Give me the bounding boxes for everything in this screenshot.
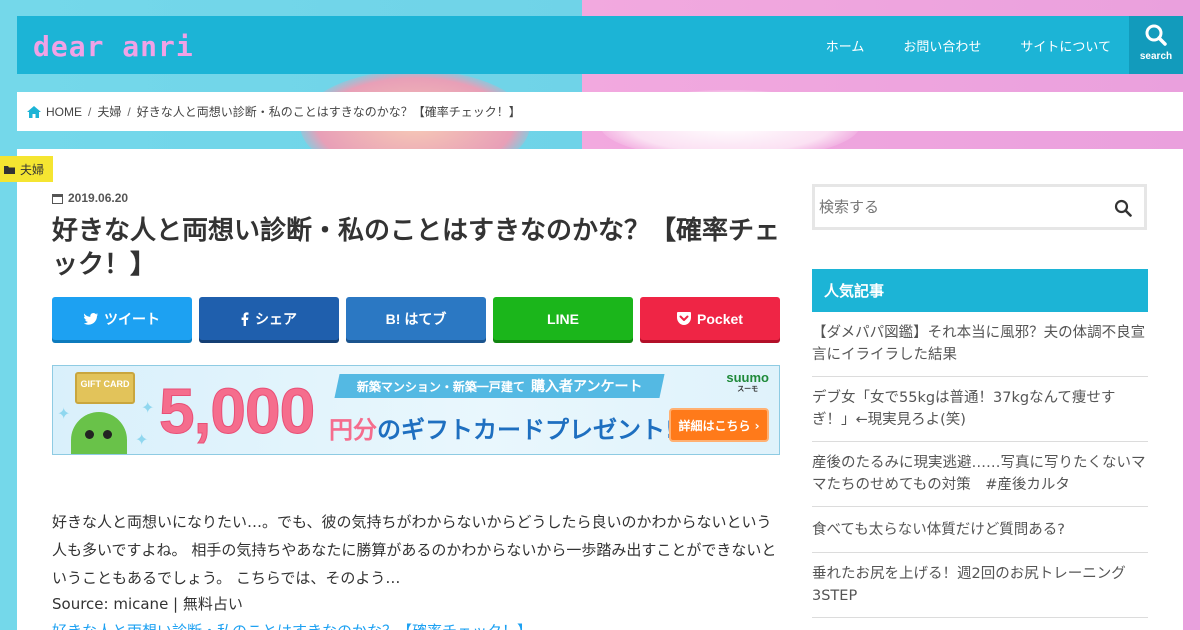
breadcrumb-home[interactable]: HOME [46,105,82,119]
mascot-graphic [71,412,127,454]
suumo-brand-sub: スーモ [737,386,759,393]
post-date: 2019.06.20 [52,191,128,205]
sparkle-icon: ✦ [57,404,71,423]
ad-banner[interactable]: GIFT CARD ✦ ✦ ✦ 新築マンション・新築一戸建て 購入者アンケート … [52,365,780,455]
hatebu-button-label: B! はてブ [385,310,447,327]
banner-detail-button[interactable]: 詳細はこちら › [669,408,769,442]
pocket-button[interactable]: Pocket [640,297,780,340]
banner-subtitle-big: 購入者アンケート [531,379,643,395]
calendar-icon [52,193,63,204]
breadcrumb-separator: / [127,104,131,119]
article-excerpt: 好きな人と両想いになりたい…。でも、彼の気持ちがわからないからどうしたら良いのか… [52,513,777,587]
breadcrumb: HOME / 夫婦 / 好きな人と両想い診断・私のことはすきなのかな？【確率チェ… [17,92,1183,131]
search-label: search [1139,51,1173,62]
popular-posts-title: 人気記事 [812,269,1148,312]
category-badge-label: 夫婦 [20,162,45,177]
line-button[interactable]: LINE [493,297,633,340]
suumo-brand: suumo [726,370,769,385]
popular-post-item[interactable]: 垂れたお尻を上げる！週2回のお尻トレーニング3STEP [812,553,1148,618]
popular-post-item[interactable]: 産後のたるみに現実逃避……写真に写りたくないママたちのせめてもの対策 #産後カル… [812,442,1148,507]
line-button-label: LINE [547,310,579,327]
article-source-link[interactable]: 好きな人と両想い診断・私のことはすきなのかな？【確率チェック！】 [52,620,532,630]
site-logo[interactable]: dear anri [33,30,194,63]
facebook-share-label: シェア [255,310,297,327]
breadcrumb-category[interactable]: 夫婦 [97,103,121,120]
banner-amount: 5,000 [158,375,315,448]
gift-card-graphic: GIFT CARD [75,372,135,404]
category-badge[interactable]: 夫婦 [0,156,54,182]
nav-about[interactable]: サイトについて [1020,36,1111,55]
mascot-eye [85,430,94,439]
tweet-button[interactable]: ツイート [52,297,192,340]
site-header: dear anri ホーム お問い合わせ サイトについて search [17,16,1183,74]
facebook-icon [241,311,249,326]
pocket-icon [677,312,692,325]
sparkle-icon: ✦ [141,398,155,417]
share-buttons: ツイート シェア B! はてブ LINE Pocket [52,297,780,343]
mascot-eye [103,430,112,439]
banner-present-line: 円分のギフトカードプレゼント! [329,410,676,445]
popular-posts-list: 【ダメパパ図鑑】それ本当に風邪？夫の体調不良宣言にイライラした結果 デブ女「女で… [812,312,1148,618]
search-icon [1145,24,1167,46]
search-icon[interactable] [1114,199,1132,217]
nav-home[interactable]: ホーム [826,36,865,55]
popular-post-item[interactable]: 食べても太らない体質だけど質問ある? [812,507,1148,553]
post-date-value: 2019.06.20 [68,191,129,205]
banner-yen: 円分 [329,416,377,444]
banner-present: のギフトカードプレゼント! [377,416,676,444]
hatebu-button[interactable]: B! はてブ [346,297,486,340]
article-source: Source: micane | 無料占い [52,595,243,613]
breadcrumb-current: 好きな人と両想い診断・私のことはすきなのかな？【確率チェック！】 [136,105,521,119]
tweet-button-label: ツイート [104,310,160,327]
popular-post-item[interactable]: 【ダメパパ図鑑】それ本当に風邪？夫の体調不良宣言にイライラした結果 [812,312,1148,377]
suumo-logo: suumo スーモ [726,370,769,396]
twitter-icon [84,312,98,325]
folder-icon [4,165,15,174]
banner-survey-label: 新築マンション・新築一戸建て 購入者アンケート [334,374,666,398]
nav-contact[interactable]: お問い合わせ [903,36,981,55]
pocket-button-label: Pocket [697,310,743,327]
header-search-button[interactable]: search [1129,16,1183,74]
sidebar-search [812,184,1147,230]
main-nav: ホーム お問い合わせ サイトについて [787,16,1111,74]
sidebar-search-input[interactable] [815,187,1144,227]
popular-post-item[interactable]: デブ女「女で55kgは普通！37kgなんて痩せすぎ！」←現実見ろよ(笑) [812,377,1148,442]
home-icon [27,105,41,118]
breadcrumb-separator: / [88,104,92,119]
banner-subtitle: 新築マンション・新築一戸建て [357,379,526,394]
facebook-share-button[interactable]: シェア [199,297,339,340]
article-title: 好きな人と両想い診断・私のことはすきなのかな？【確率チェック！】 [52,216,781,280]
sparkle-icon: ✦ [135,430,149,449]
